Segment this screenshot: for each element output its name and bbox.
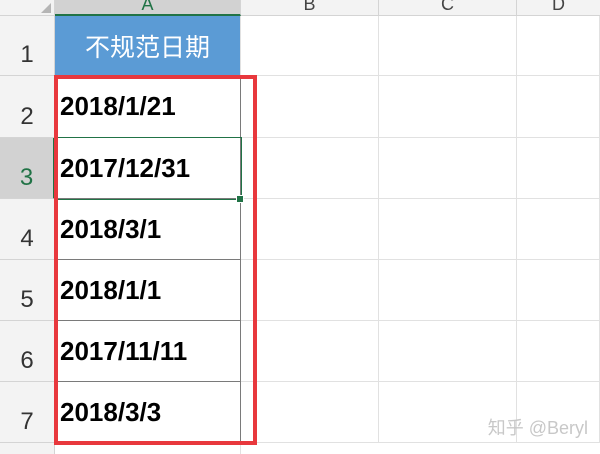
column-header-a[interactable]: A <box>55 0 241 16</box>
cell-d3[interactable] <box>517 138 600 199</box>
cell-b3[interactable] <box>241 138 379 199</box>
cell-d4[interactable] <box>517 199 600 260</box>
select-all-corner[interactable] <box>0 0 55 16</box>
cell-c3[interactable] <box>379 138 517 199</box>
cell-a3[interactable]: 2017/12/31 <box>55 138 241 199</box>
column-header-c[interactable]: C <box>379 0 517 16</box>
cell-c5[interactable] <box>379 260 517 321</box>
cell-a4[interactable]: 2018/3/1 <box>55 199 241 260</box>
column-header-d[interactable]: D <box>517 0 600 16</box>
row-header-2[interactable]: 2 <box>0 76 55 138</box>
cell-a8[interactable] <box>55 443 241 454</box>
cell-b1[interactable] <box>241 16 379 76</box>
cell-d6[interactable] <box>517 321 600 382</box>
cell-a1[interactable]: 不规范日期 <box>55 16 241 76</box>
cell-b4[interactable] <box>241 199 379 260</box>
row-header-6[interactable]: 6 <box>0 321 55 382</box>
row-header-8[interactable] <box>0 443 55 454</box>
row-header-3[interactable]: 3 <box>0 138 55 199</box>
row-header-1[interactable]: 1 <box>0 16 55 76</box>
cell-c6[interactable] <box>379 321 517 382</box>
column-header-b[interactable]: B <box>241 0 379 16</box>
cell-d2[interactable] <box>517 76 600 138</box>
cell-b2[interactable] <box>241 76 379 138</box>
row-header-4[interactable]: 4 <box>0 199 55 260</box>
select-all-icon <box>41 3 51 13</box>
cell-b6[interactable] <box>241 321 379 382</box>
cell-c2[interactable] <box>379 76 517 138</box>
cell-d1[interactable] <box>517 16 600 76</box>
cell-a2[interactable]: 2018/1/21 <box>55 76 241 138</box>
cell-b5[interactable] <box>241 260 379 321</box>
cell-a6[interactable]: 2017/11/11 <box>55 321 241 382</box>
cell-c4[interactable] <box>379 199 517 260</box>
cell-c1[interactable] <box>379 16 517 76</box>
row-header-7[interactable]: 7 <box>0 382 55 443</box>
cell-d5[interactable] <box>517 260 600 321</box>
row-header-5[interactable]: 5 <box>0 260 55 321</box>
fill-handle[interactable] <box>236 195 244 203</box>
cell-a7[interactable]: 2018/3/3 <box>55 382 241 443</box>
cell-b7[interactable] <box>241 382 379 443</box>
cell-a5[interactable]: 2018/1/1 <box>55 260 241 321</box>
watermark: 知乎 @Beryl <box>487 418 588 438</box>
spreadsheet-grid: A B C D 1 2 3 4 5 6 7 不规范日期 2018/1/21 20… <box>0 0 600 454</box>
